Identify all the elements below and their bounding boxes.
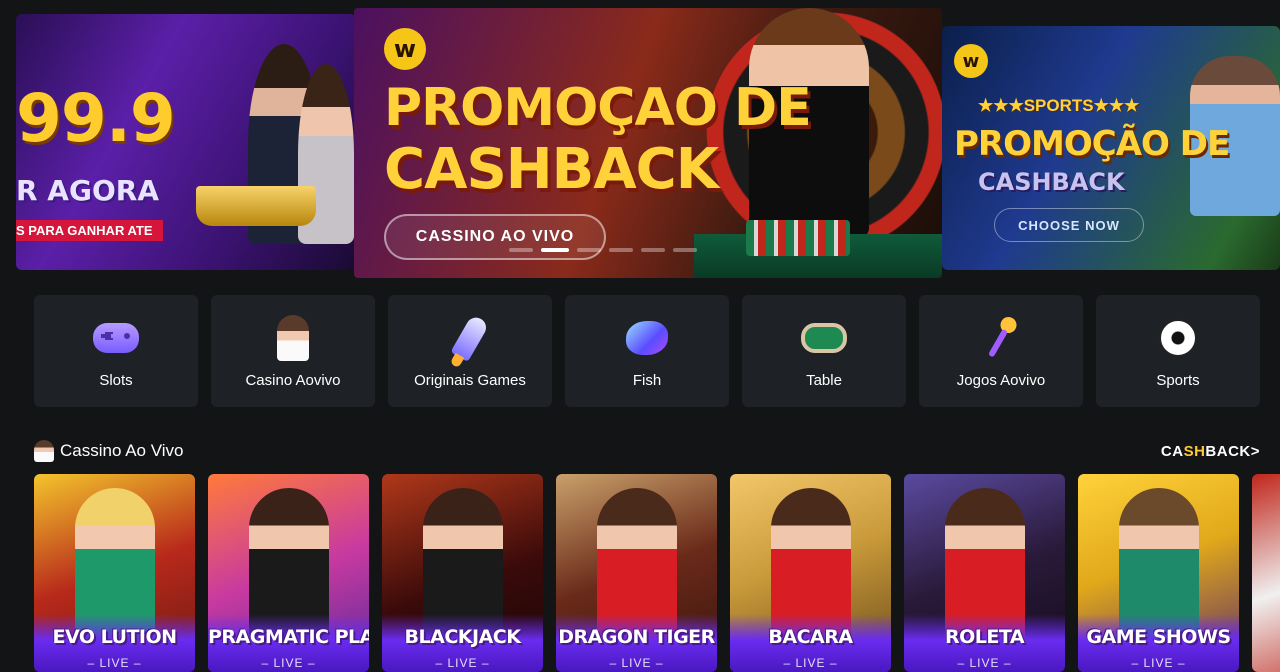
dealer-icon <box>269 314 317 362</box>
game-card-title: DRAGON TIGER <box>558 626 715 648</box>
gamepad-icon <box>92 314 140 362</box>
game-card-title: PRAGMATIC PLAY <box>208 626 369 648</box>
game-card-title: ROLETA <box>944 626 1025 648</box>
carousel-dot[interactable] <box>577 248 601 252</box>
brand-logo-icon: w <box>384 28 426 70</box>
category-label: Jogos Aovivo <box>956 371 1046 389</box>
brand-logo-icon: w <box>954 44 988 78</box>
game-card-dragon-tiger[interactable]: DRAGON TIGER – LIVE – <box>556 474 717 672</box>
game-card-game-shows[interactable]: GAME SHOWS – LIVE – <box>1078 474 1239 672</box>
banner-title-line1: PROMOÇAO DE <box>384 78 812 138</box>
banner-ribbon: S PARA GANHAR ATE <box>16 220 163 241</box>
category-label: Table <box>806 371 842 389</box>
game-card-pragmatic-play[interactable]: PRAGMATIC PLAY – LIVE – <box>208 474 369 672</box>
section-title: Cassino Ao Vivo <box>60 441 184 460</box>
banner-slide-active[interactable]: w PROMOÇAO DE CASHBACK CASSINO AO VIVO <box>354 8 942 278</box>
live-badge: – LIVE – <box>1131 656 1186 670</box>
banner-title: PROMOÇÃO DE <box>954 124 1230 164</box>
game-card-title: EVO LUTION <box>52 626 177 648</box>
live-badge: – LIVE – <box>435 656 490 670</box>
category-nav: Slots Casino Aovivo Originais Games Fish… <box>34 295 1260 407</box>
category-jogos-aovivo[interactable]: Jogos Aovivo <box>919 295 1083 407</box>
game-card-roleta[interactable]: ROLETA – LIVE – <box>904 474 1065 672</box>
game-card-partial[interactable] <box>1252 474 1280 672</box>
carousel-dot-active[interactable] <box>541 248 569 252</box>
choose-now-button[interactable]: CHOOSE NOW <box>994 208 1144 242</box>
microphone-icon <box>977 314 1025 362</box>
fish-icon <box>623 314 671 362</box>
category-label: Sports <box>1156 371 1200 389</box>
carousel-dot[interactable] <box>673 248 697 252</box>
category-label: Originais Games <box>414 371 526 389</box>
cashback-link[interactable]: CASHBACK> <box>1161 443 1260 460</box>
rocket-icon <box>446 313 494 362</box>
banner-slide-previous[interactable]: 99.9 R AGORA S PARA GANHAR ATE <box>16 14 356 270</box>
card-table-icon <box>800 314 848 362</box>
game-card-bacara[interactable]: BACARA – LIVE – <box>730 474 891 672</box>
cassino-ao-vivo-button[interactable]: CASSINO AO VIVO <box>384 214 606 260</box>
live-games-row[interactable]: EVO LUTION – LIVE – PRAGMATIC PLAY – LIV… <box>34 474 1280 672</box>
cashback-link-part: CA <box>1160 442 1184 460</box>
chips-image <box>746 220 850 256</box>
banner-title-line2: CASHBACK <box>384 137 719 202</box>
category-sports[interactable]: Sports <box>1096 295 1260 407</box>
game-card-title: GAME SHOWS <box>1086 626 1231 648</box>
category-originais-games[interactable]: Originais Games <box>388 295 552 407</box>
category-label: Fish <box>632 371 662 389</box>
category-fish[interactable]: Fish <box>565 295 729 407</box>
cashback-link-highlight: SH <box>1183 442 1206 460</box>
category-label: Casino Aovivo <box>245 371 341 389</box>
live-badge: – LIVE – <box>957 656 1012 670</box>
category-casino-aovivo[interactable]: Casino Aovivo <box>211 295 375 407</box>
category-slots[interactable]: Slots <box>34 295 198 407</box>
cashback-link-part: BACK> <box>1205 442 1260 460</box>
game-card-title: BLACKJACK <box>404 626 521 648</box>
promo-carousel[interactable]: 99.9 R AGORA S PARA GANHAR ATE w PROMOÇA… <box>0 0 1280 285</box>
banner-cta-text: R AGORA <box>16 174 159 207</box>
live-badge: – LIVE – <box>783 656 838 670</box>
gold-bars-image <box>196 186 316 226</box>
banner-amount: 99.9 <box>16 80 176 157</box>
live-badge: – LIVE – <box>87 656 142 670</box>
live-badge: – LIVE – <box>261 656 316 670</box>
carousel-dot[interactable] <box>609 248 633 252</box>
carousel-dot[interactable] <box>641 248 665 252</box>
carousel-pagination <box>509 248 697 252</box>
game-card-blackjack[interactable]: BLACKJACK – LIVE – <box>382 474 543 672</box>
soccer-ball-icon <box>1154 314 1202 362</box>
banner-subtitle: CASHBACK <box>978 168 1125 196</box>
category-label: Slots <box>99 371 133 389</box>
category-table[interactable]: Table <box>742 295 906 407</box>
banner-slide-next[interactable]: w ★★★SPORTS★★★ PROMOÇÃO DE CASHBACK CHOO… <box>942 26 1280 270</box>
sports-tag: ★★★SPORTS★★★ <box>978 96 1140 115</box>
game-card-title: BACARA <box>768 626 853 648</box>
carousel-dot[interactable] <box>509 248 533 252</box>
live-casino-section-header: Cassino Ao Vivo CASHBACK> <box>34 438 1260 464</box>
live-badge: – LIVE – <box>609 656 664 670</box>
dealer-icon <box>34 440 54 462</box>
game-card-evolution[interactable]: EVO LUTION – LIVE – <box>34 474 195 672</box>
section-title-group: Cassino Ao Vivo <box>34 440 183 462</box>
